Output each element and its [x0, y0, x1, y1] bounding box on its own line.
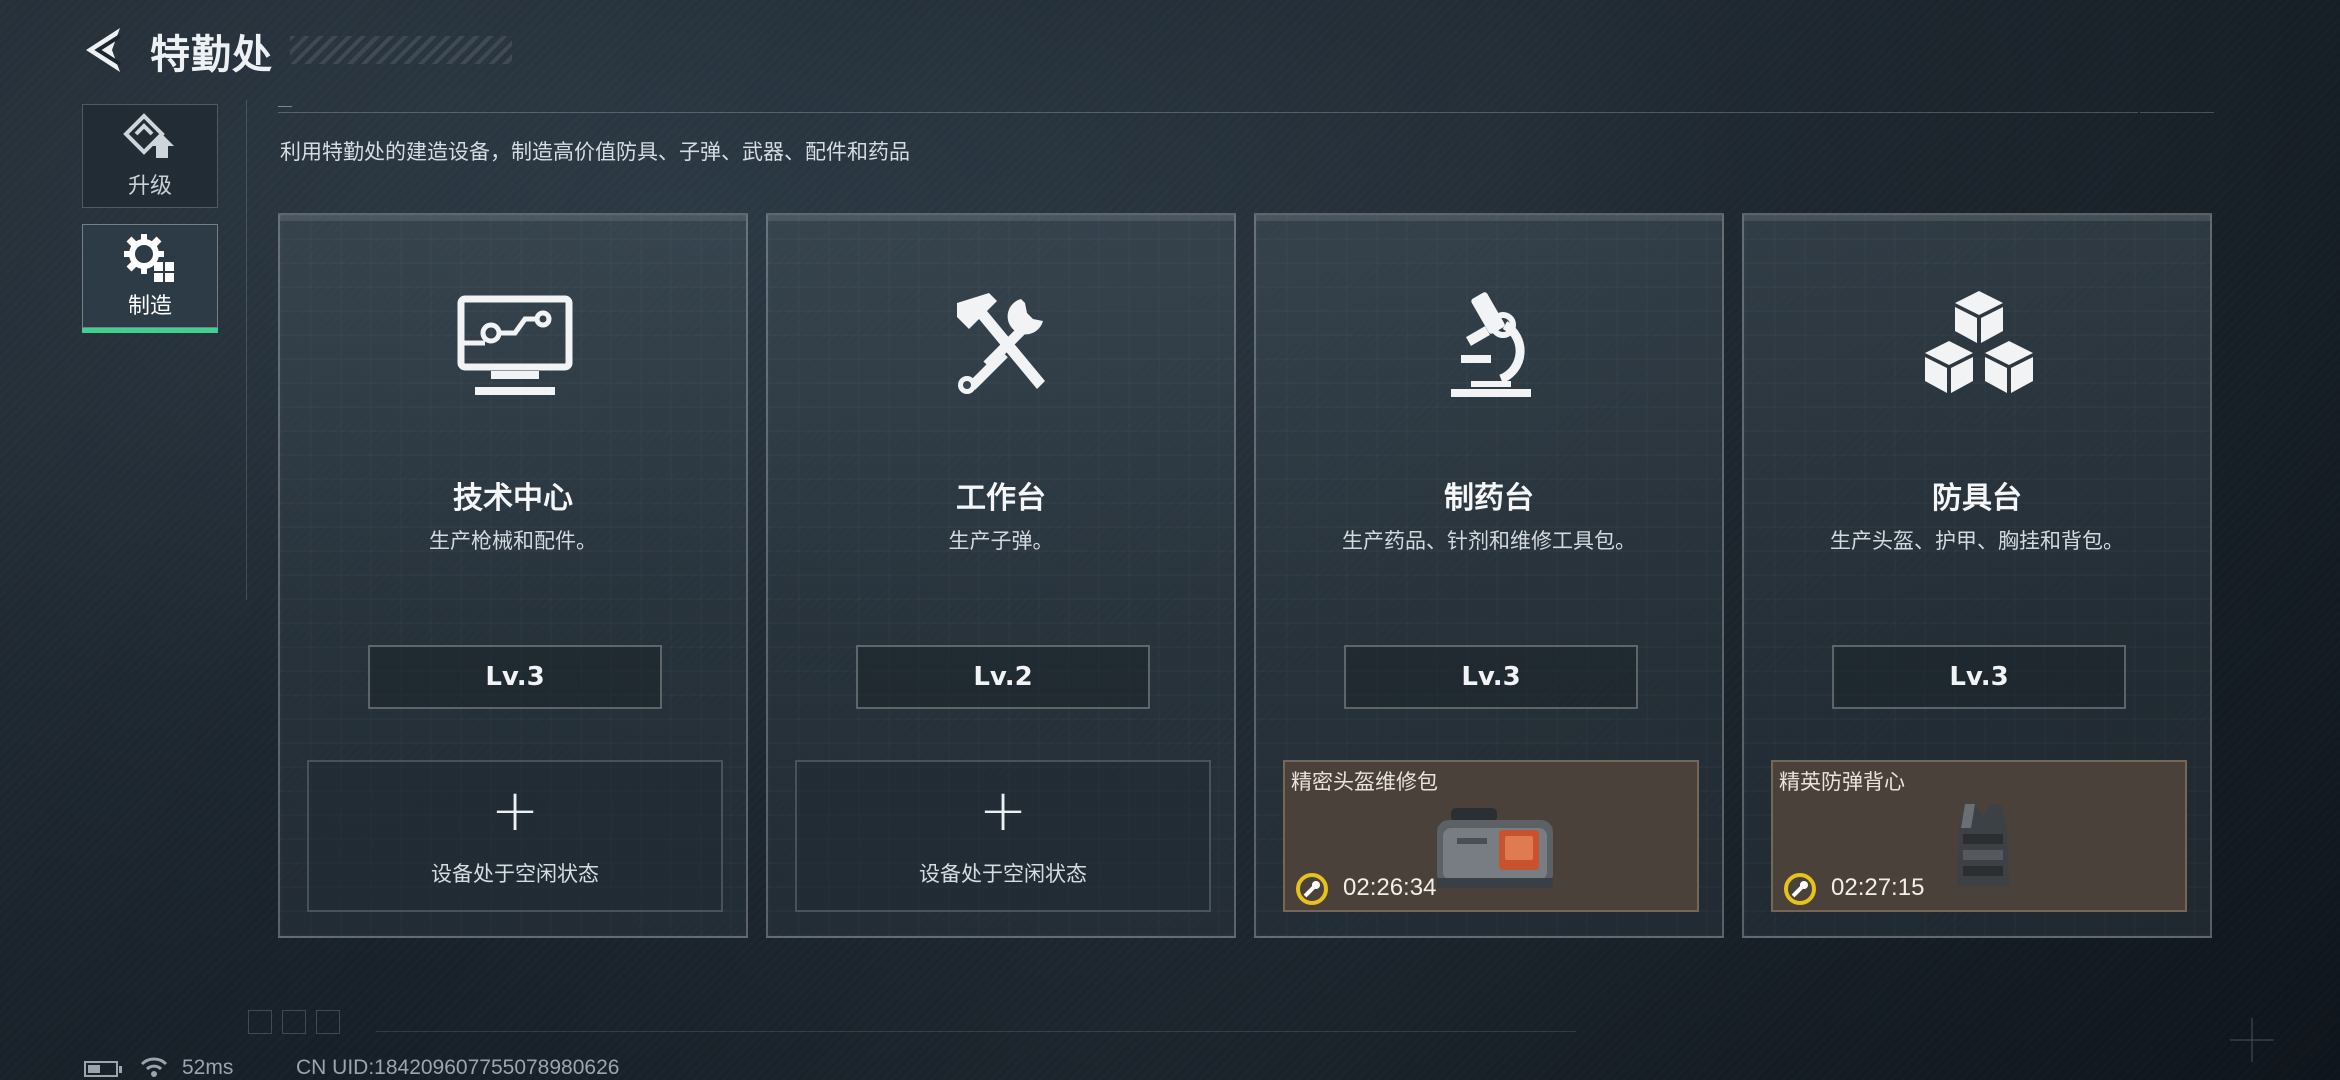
wifi-icon	[140, 1057, 168, 1077]
back-button[interactable]	[80, 24, 128, 76]
station-card-armor[interactable]: 防具台 生产头盔、护甲、胸挂和背包。 Lv.3 精英防弹背心 02:27:15	[1742, 213, 2212, 938]
station-level[interactable]: Lv.3	[1344, 645, 1638, 709]
station-level[interactable]: Lv.3	[1832, 645, 2126, 709]
sidebar-item-upgrade[interactable]: 升级	[82, 104, 218, 208]
page-title: 特勤处	[150, 32, 273, 78]
station-description: 生产枪械和配件。	[429, 529, 597, 553]
gear-grid-icon	[124, 234, 174, 282]
microscope-icon	[1451, 292, 1531, 397]
station-card-workbench[interactable]: 工作台 生产子弹。 Lv.2 + 设备处于空闲状态	[766, 213, 1236, 938]
station-name: 防具台	[1932, 481, 2022, 516]
station-level[interactable]: Lv.3	[368, 645, 662, 709]
station-card-tech-center[interactable]: 技术中心 生产枪械和配件。 Lv.3 + 设备处于空闲状态	[278, 213, 748, 938]
vest-icon	[1957, 804, 2009, 886]
ping-indicator: 52ms	[182, 1056, 234, 1079]
production-slot-active[interactable]: 精密头盔维修包 02:26:34	[1283, 760, 1699, 912]
monitor-icon	[457, 295, 573, 395]
repair-bag-icon	[1437, 808, 1553, 888]
item-name: 精英防弹背心	[1779, 770, 1905, 794]
page-subtitle: 利用特勤处的建造设备，制造高价值防具、子弹、武器、配件和药品	[280, 140, 910, 164]
station-name: 制药台	[1444, 481, 1534, 516]
sidebar-item-label: 制造	[127, 294, 172, 319]
add-icon: +	[978, 776, 1028, 844]
crosshair-icon	[2230, 1018, 2274, 1062]
sidebar-divider	[246, 100, 247, 600]
cubes-icon	[1925, 291, 2033, 393]
production-slot-idle[interactable]: + 设备处于空闲状态	[795, 760, 1211, 912]
item-name: 精密头盔维修包	[1291, 770, 1438, 794]
upgrade-icon	[123, 113, 174, 158]
station-name: 技术中心	[453, 481, 573, 516]
station-description: 生产药品、针剂和维修工具包。	[1342, 529, 1636, 553]
station-description: 生产头盔、护甲、胸挂和背包。	[1830, 529, 2124, 553]
battery-icon	[84, 1061, 122, 1077]
title-decoration	[290, 36, 512, 64]
sidebar-item-manufacture[interactable]: 制造	[82, 224, 218, 333]
back-arrow-icon	[86, 28, 122, 72]
production-slot-idle[interactable]: + 设备处于空闲状态	[307, 760, 723, 912]
production-timer: 02:27:15	[1831, 874, 1925, 901]
footer-divider	[376, 1031, 1576, 1032]
station-description: 生产子弹。	[948, 529, 1054, 553]
sidebar-item-label: 升级	[127, 174, 172, 199]
hammer-wrench-icon	[957, 293, 1045, 394]
production-slot-active[interactable]: 精英防弹背心 02:27:15	[1771, 760, 2187, 912]
add-icon: +	[490, 776, 540, 844]
divider	[278, 112, 2138, 113]
timer-wrench-icon	[1784, 873, 1816, 905]
slot-status-text: 设备处于空闲状态	[431, 862, 599, 886]
station-card-pharmacy[interactable]: 制药台 生产药品、针剂和维修工具包。 Lv.3 精密头盔维修包 02:26:34	[1254, 213, 1724, 938]
station-level[interactable]: Lv.2	[856, 645, 1150, 709]
production-timer: 02:26:34	[1343, 874, 1437, 901]
divider-end	[2140, 112, 2214, 113]
timer-wrench-icon	[1296, 873, 1328, 905]
slot-status-text: 设备处于空闲状态	[919, 862, 1087, 886]
user-uid: CN UID:1842096077550789806​26	[296, 1056, 620, 1079]
station-name: 工作台	[956, 481, 1046, 516]
divider-tick	[278, 106, 292, 107]
